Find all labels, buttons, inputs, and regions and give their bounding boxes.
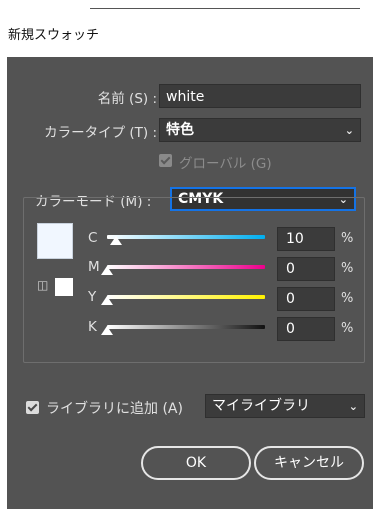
yellow-unit: % [341,291,354,306]
color-type-label: カラータイプ (T) : [44,125,157,141]
black-slider-knob[interactable] [101,326,113,335]
global-label: グローバル (G) [179,156,272,172]
cancel-button[interactable]: キャンセル [254,446,364,480]
black-slider-track[interactable] [107,325,265,329]
yellow-slider-knob[interactable] [101,296,113,305]
cyan-slider-knob[interactable] [110,236,123,245]
yellow-slider-track[interactable] [107,295,265,299]
magenta-unit: % [341,261,354,276]
color-type-value: 特色 [166,122,194,138]
color-preview-swatch [37,223,73,259]
cube-icon: ◫ [37,278,49,292]
window-title: 新規スウォッチ [8,28,100,43]
cyan-unit: % [341,231,354,246]
title-divider [90,8,360,9]
chevron-down-icon: ⌄ [344,124,354,137]
black-letter: K [88,319,97,335]
magenta-slider-knob[interactable] [101,266,113,275]
title-bar: 新規スウォッチ [0,0,381,56]
chevron-down-icon: ⌄ [348,400,358,413]
add-to-library-checkbox[interactable] [26,401,39,414]
black-unit: % [341,321,354,336]
yellow-letter: Y [88,289,97,305]
cyan-value-input[interactable]: 10 [277,227,335,251]
global-checkbox[interactable] [159,154,172,167]
name-input[interactable]: white [159,84,361,108]
black-value-input[interactable]: 0 [277,317,335,341]
color-type-select[interactable]: 特色 ⌄ [159,118,361,142]
out-of-gamut-swatch[interactable] [55,278,73,296]
magenta-value-input[interactable]: 0 [277,257,335,281]
library-select-value: マイライブラリ [212,398,310,414]
add-to-library-label: ライブラリに追加 (A) [46,401,183,417]
name-label: 名前 (S) : [97,91,157,107]
library-select[interactable]: マイライブラリ ⌄ [205,394,365,418]
cyan-slider-track[interactable] [107,235,265,239]
yellow-value-input[interactable]: 0 [277,287,335,311]
new-swatch-dialog: 名前 (S) : white カラータイプ (T) : 特色 ⌄ グローバル (… [7,57,373,509]
magenta-slider-track[interactable] [107,265,265,269]
ok-button[interactable]: OK [141,446,251,480]
cyan-letter: C [88,230,98,246]
magenta-letter: M [88,259,100,275]
